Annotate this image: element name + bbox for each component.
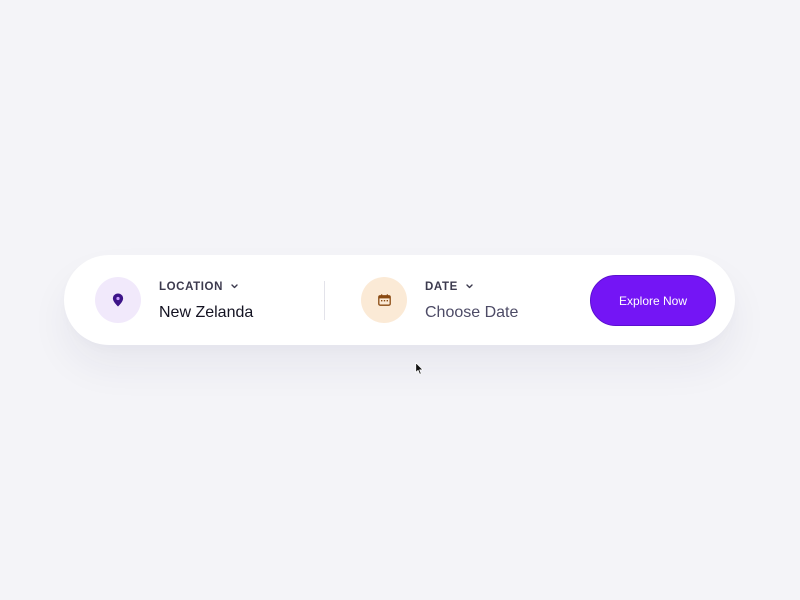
location-text: LOCATION New Zelanda — [159, 279, 253, 322]
chevron-down-icon[interactable] — [231, 284, 238, 289]
date-label-row[interactable]: DATE — [425, 279, 518, 295]
calendar-icon — [377, 294, 391, 306]
location-label-row[interactable]: LOCATION — [159, 279, 253, 295]
date-field[interactable]: DATE Choose Date — [361, 255, 571, 345]
mouse-cursor-icon — [415, 362, 424, 375]
date-value: Choose Date — [425, 303, 519, 321]
location-icon-badge — [95, 277, 141, 323]
date-label: DATE — [425, 280, 458, 293]
page: LOCATION New Zelanda DATE Choose Date Ex… — [0, 0, 800, 600]
explore-now-button[interactable]: Explore Now — [590, 275, 716, 326]
date-text: DATE Choose Date — [425, 279, 518, 322]
field-divider — [324, 281, 325, 320]
location-pin-icon — [112, 293, 124, 307]
date-icon-badge — [361, 277, 407, 323]
search-bar: LOCATION New Zelanda DATE Choose Date Ex… — [64, 255, 735, 345]
location-label: LOCATION — [159, 280, 223, 293]
location-field[interactable]: LOCATION New Zelanda — [95, 255, 325, 345]
location-value: New Zelanda — [159, 303, 254, 321]
chevron-down-icon[interactable] — [466, 284, 473, 289]
